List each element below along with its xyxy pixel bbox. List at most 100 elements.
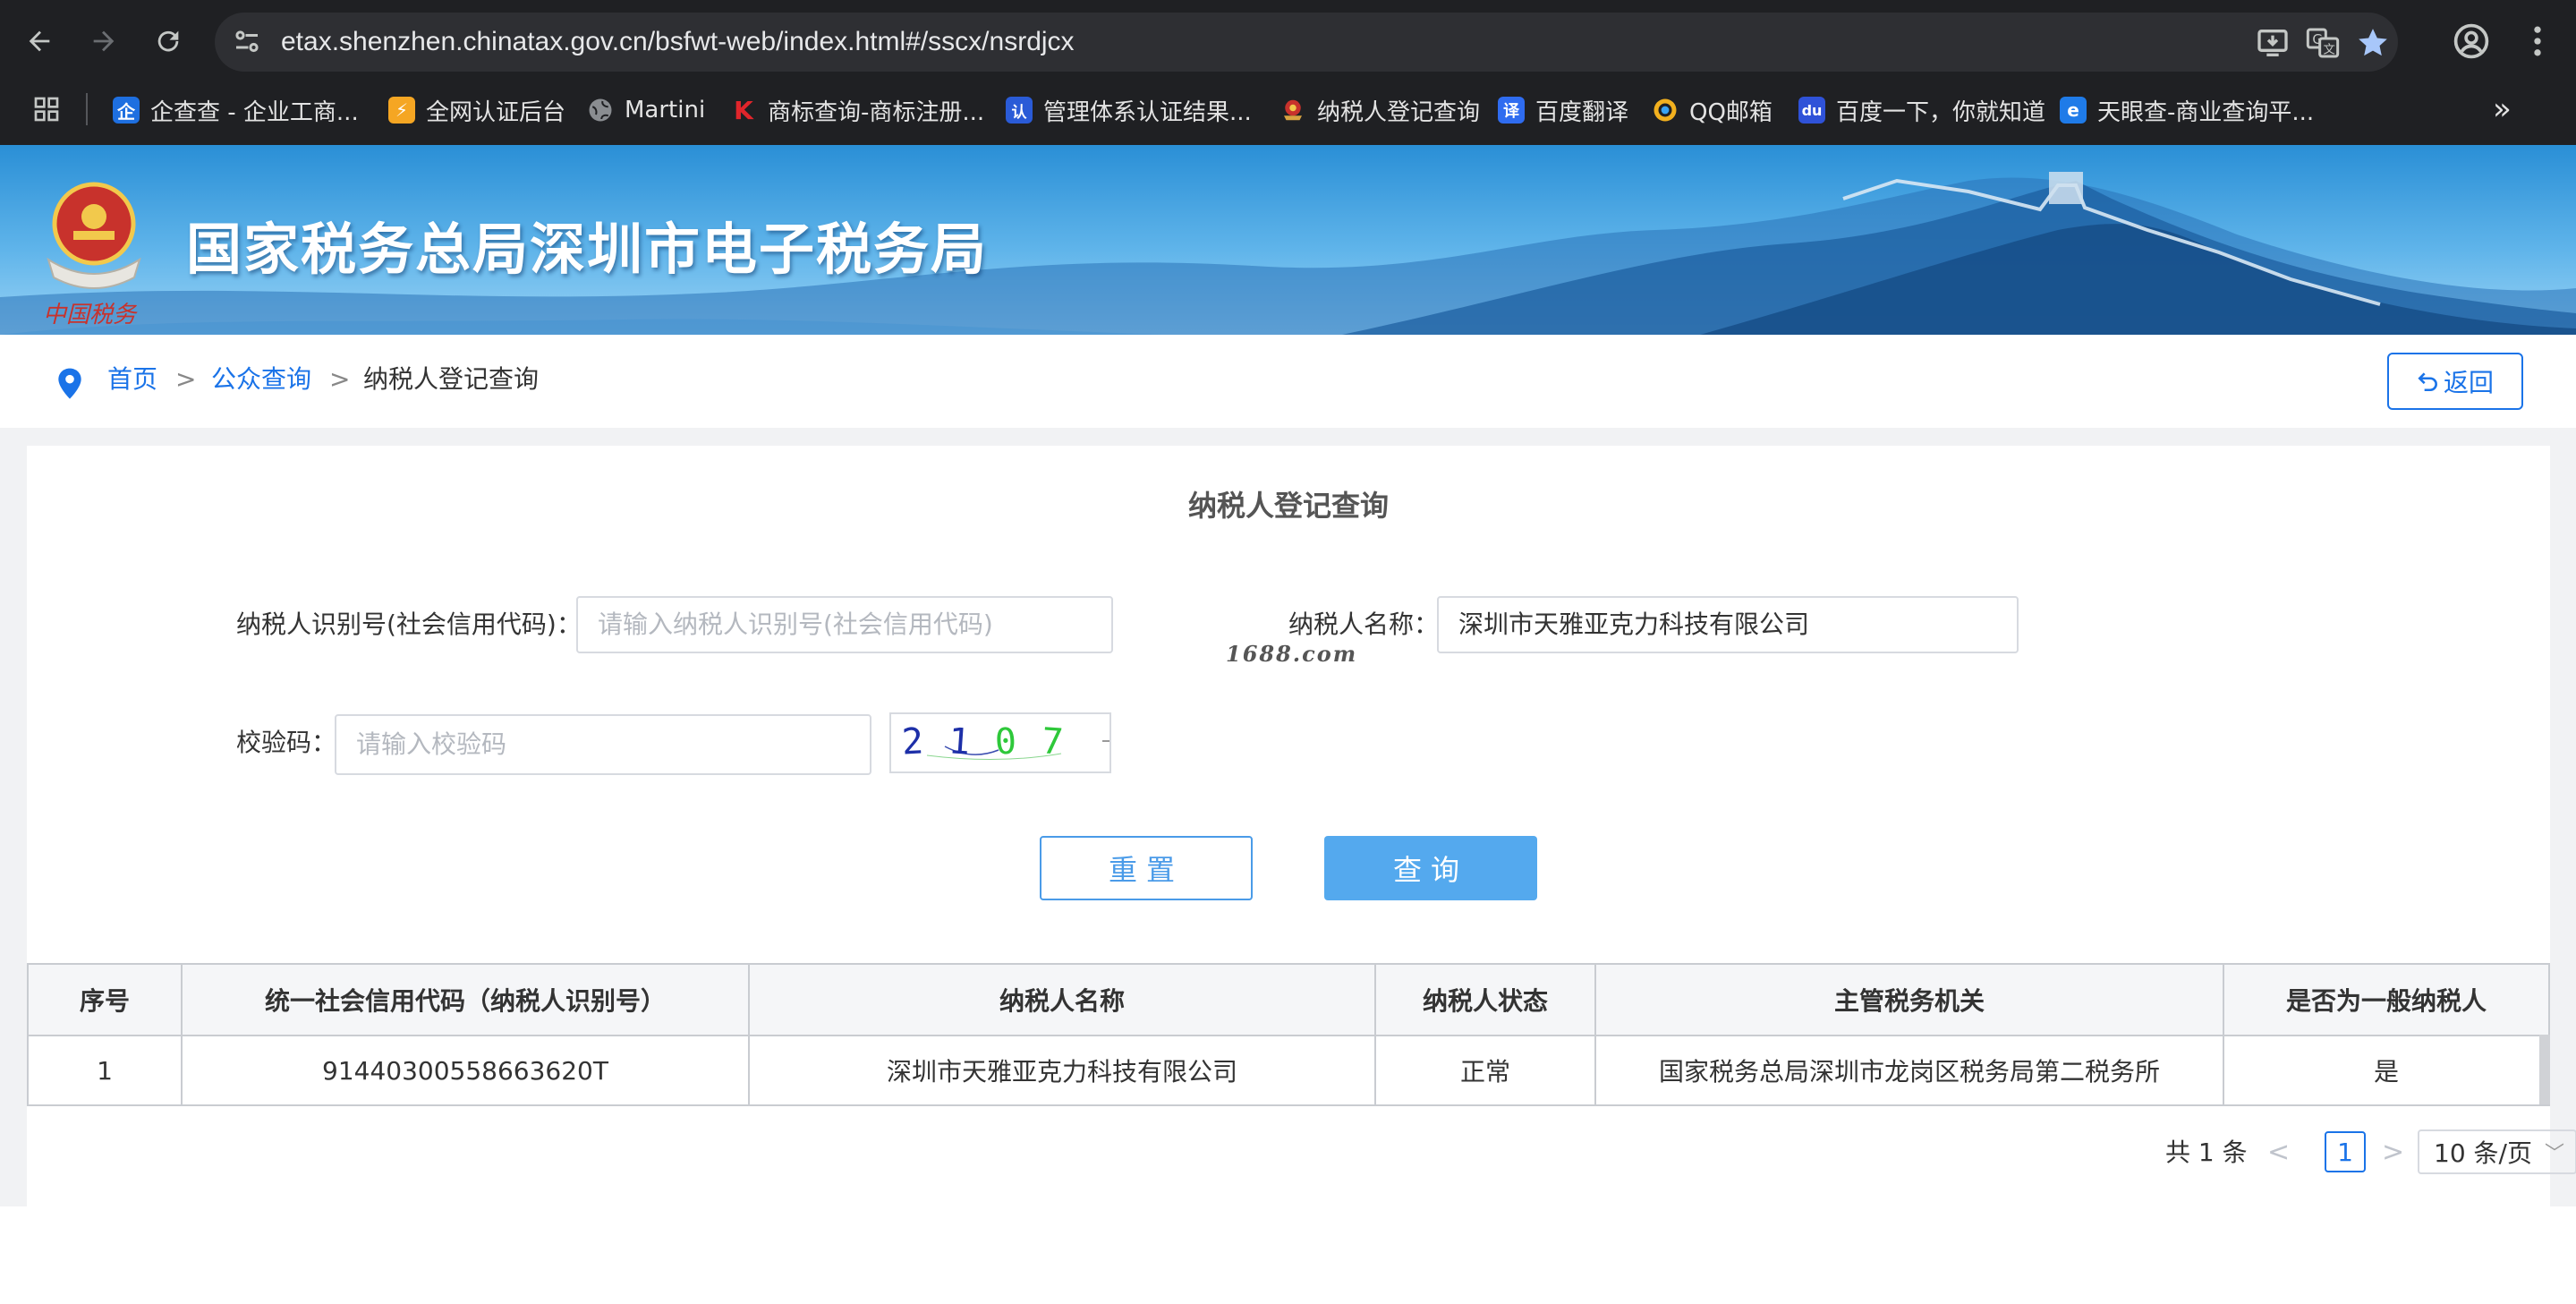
tax-bureau-emblem-icon: 中国税务 xyxy=(43,182,141,328)
captcha-input[interactable]: 请输入校验码 xyxy=(335,714,871,775)
captcha-char: 1 xyxy=(947,720,971,763)
bookmark-label: 天眼查-商业查询平... xyxy=(2097,98,2315,126)
page-gutter-right xyxy=(2550,428,2576,1206)
bookmarks-bar: 企 企查查 - 企业工商... ⚡ 全网认证后台 Martini K 商标查询-… xyxy=(0,82,2576,138)
table-header-taxpayer-name: 纳税人名称 xyxy=(750,965,1376,1035)
bookmark-martini[interactable]: Martini xyxy=(587,89,705,131)
cell-credit-code: 91440300558663620T xyxy=(183,1036,750,1104)
table-row[interactable]: 1 91440300558663620T 深圳市天雅亚克力科技有限公司 正常 国… xyxy=(29,1035,2548,1104)
svg-text:文: 文 xyxy=(2324,43,2335,57)
captcha-char: 0 xyxy=(994,720,1017,763)
captcha-image[interactable]: 2107 xyxy=(889,712,1111,773)
menu-kebab-icon[interactable] xyxy=(2518,21,2557,61)
location-pin-icon xyxy=(58,368,81,399)
bookmark-label: 百度一下，你就知道 xyxy=(1836,98,2046,126)
table-scrollbar[interactable] xyxy=(2539,1035,2550,1104)
page-gutter-left xyxy=(0,428,27,1206)
breadcrumb-home-link[interactable]: 首页 xyxy=(107,362,157,397)
breadcrumb-current: 纳税人登记查询 xyxy=(363,364,540,394)
url-text[interactable]: etax.shenzhen.chinatax.gov.cn/bsfwt-web/… xyxy=(281,13,1075,72)
bookmark-label: 纳税人登记查询 xyxy=(1317,98,1481,126)
page-title: 纳税人登记查询 xyxy=(1187,489,1389,523)
site-banner: 中国税务 国家税务总局深圳市电子税务局 xyxy=(0,145,2576,335)
taxpayer-name-input[interactable]: 深圳市天雅亚克力科技有限公司 xyxy=(1437,596,2019,653)
bookmark-label: 商标查询-商标注册... xyxy=(768,98,985,126)
bookmark-label: Martini xyxy=(625,97,706,124)
captcha-graphic: 2107 xyxy=(901,720,1109,763)
bookmark-baidu-translate[interactable]: 译 百度翻译 xyxy=(1498,89,1628,131)
bookmark-label: 企查查 - 企业工商... xyxy=(150,98,359,126)
breadcrumb-separator: > xyxy=(175,364,197,394)
page-size-value: 10 条/页 xyxy=(2434,1138,2532,1168)
bookmarks-divider xyxy=(86,93,88,125)
table-header-general-taxpayer: 是否为一般纳税人 xyxy=(2285,986,2487,1016)
breadcrumb-public-query-link[interactable]: 公众查询 xyxy=(211,362,311,397)
table-header-status: 纳税人状态 xyxy=(1376,965,1596,1035)
bookmark-certification[interactable]: 认 管理体系认证结果... xyxy=(1006,89,1252,131)
cell-tax-authority: 国家税务总局深圳市龙岗区税务局第二税务所 xyxy=(1596,1036,2224,1104)
bookmark-baidu[interactable]: du 百度一下，你就知道 xyxy=(1798,89,2045,131)
site-settings-icon[interactable] xyxy=(231,26,263,58)
table-header-row: 序号 统一社会信用代码（纳税人识别号） 纳税人名称 纳税人状态 主管税务机关 是… xyxy=(29,965,2548,1035)
section-divider xyxy=(0,428,2576,446)
return-arrow-icon xyxy=(2418,372,2437,392)
next-page-icon[interactable]: > xyxy=(2382,1135,2404,1171)
bookmark-taxpayer-query[interactable]: 纳税人登记查询 xyxy=(1279,89,1480,131)
return-button[interactable]: 返回 xyxy=(2387,353,2523,410)
captcha-char: 7 xyxy=(1040,720,1064,763)
taxpayer-id-input[interactable]: 请输入纳税人识别号(社会信用代码) xyxy=(576,596,1113,653)
bookmark-label: 全网认证后台 xyxy=(426,98,566,126)
back-arrow-icon[interactable] xyxy=(18,20,61,63)
table-header-index: 序号 xyxy=(29,965,183,1035)
baidu-translate-icon: 译 xyxy=(1498,97,1525,124)
bookmark-auth-backend[interactable]: ⚡ 全网认证后台 xyxy=(388,89,565,131)
profile-icon[interactable] xyxy=(2452,21,2491,61)
forward-arrow-icon[interactable] xyxy=(82,20,125,63)
bookmark-trademark[interactable]: K 商标查询-商标注册... xyxy=(730,89,984,131)
qq-mail-icon xyxy=(1652,97,1679,124)
certification-icon: 认 xyxy=(1006,97,1033,124)
bookmark-star-icon[interactable] xyxy=(2355,25,2391,61)
browser-chrome: etax.shenzhen.chinatax.gov.cn/bsfwt-web/… xyxy=(0,0,2576,145)
reset-button[interactable]: 重置 xyxy=(1040,836,1253,900)
install-app-icon[interactable] xyxy=(2255,25,2291,61)
query-panel: 纳税人登记查询 纳税人识别号(社会信用代码)： 请输入纳税人识别号(社会信用代码… xyxy=(27,446,2576,1206)
taxpayer-id-label: 纳税人识别号(社会信用代码)： xyxy=(236,609,582,639)
svg-text:中国税务: 中国税务 xyxy=(43,302,138,328)
reload-icon[interactable] xyxy=(147,20,190,63)
cell-index: 1 xyxy=(29,1036,183,1104)
bookmark-label: 管理体系认证结果... xyxy=(1043,98,1252,126)
taxpayer-name-label: 纳税人名称： xyxy=(1288,609,1440,639)
prev-page-icon[interactable]: < xyxy=(2267,1135,2290,1171)
tianyancha-icon: e xyxy=(2060,97,2087,124)
query-button[interactable]: 查询 xyxy=(1324,836,1537,900)
bookmark-tianyancha[interactable]: e 天眼查-商业查询平... xyxy=(2060,89,2314,131)
bookmark-qichacha[interactable]: 企 企查查 - 企业工商... xyxy=(113,89,359,131)
auth-backend-icon: ⚡ xyxy=(388,97,415,124)
baidu-paw-icon: du xyxy=(1798,97,1825,124)
page-footer-blank xyxy=(0,1206,2576,1304)
address-bar[interactable]: etax.shenzhen.chinatax.gov.cn/bsfwt-web/… xyxy=(215,13,2398,72)
return-label: 返回 xyxy=(2443,368,2494,397)
page-size-select[interactable]: 10 条/页 ﹀ xyxy=(2418,1129,2576,1174)
pagination-total: 共 1 条 xyxy=(2165,1138,2248,1167)
trademark-k-icon: K xyxy=(734,95,753,125)
tax-emblem-icon xyxy=(1279,97,1306,124)
globe-icon xyxy=(587,97,614,124)
page-number-button[interactable]: 1 xyxy=(2325,1131,2366,1172)
breadcrumb-separator: > xyxy=(329,364,351,394)
table-header-credit-code: 统一社会信用代码（纳税人识别号） xyxy=(183,965,750,1035)
breadcrumb: 首页 > 公众查询 > 纳税人登记查询 返回 xyxy=(0,335,2576,428)
banner-title: 国家税务总局深圳市电子税务局 xyxy=(186,217,989,282)
cell-taxpayer-name: 深圳市天雅亚克力科技有限公司 xyxy=(750,1036,1376,1104)
bookmark-qq-mail[interactable]: QQ邮箱 xyxy=(1652,89,1773,131)
translate-icon[interactable]: G 文 xyxy=(2305,25,2341,61)
bookmark-label: QQ邮箱 xyxy=(1689,98,1773,126)
bookmark-label: 百度翻译 xyxy=(1535,98,1629,126)
bookmarks-overflow-icon[interactable]: » xyxy=(2493,93,2512,125)
captcha-char: 2 xyxy=(901,720,924,763)
apps-grid-icon[interactable] xyxy=(32,95,61,124)
cell-general-taxpayer: 是 xyxy=(2373,1057,2399,1087)
chevron-down-icon: ﹀ xyxy=(2544,1143,2564,1165)
qichacha-icon: 企 xyxy=(113,97,140,124)
